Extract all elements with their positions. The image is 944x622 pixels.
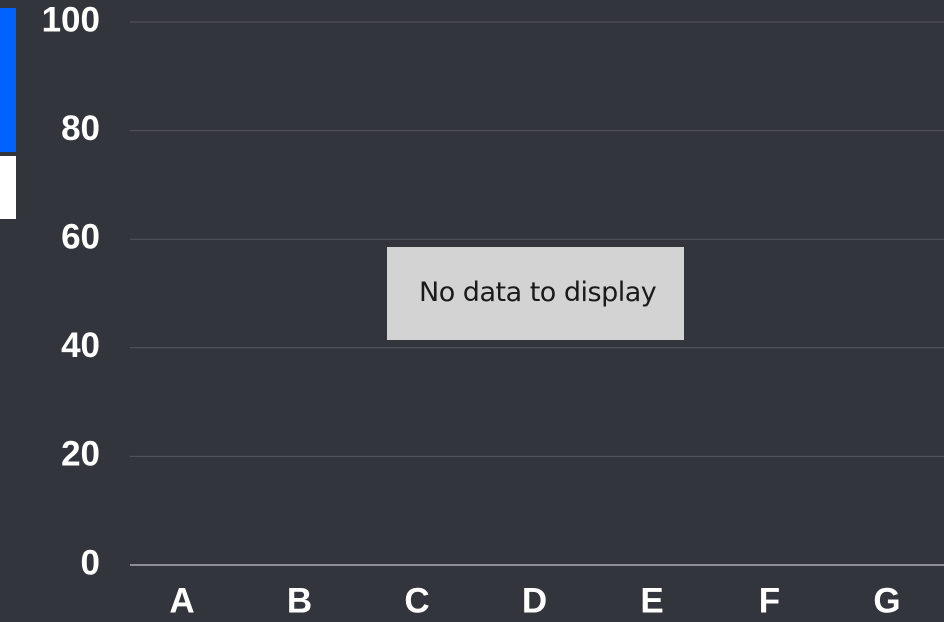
x-tick-label: B <box>287 581 312 620</box>
legend-swatch-white[interactable] <box>0 156 16 219</box>
x-tick-label: D <box>522 581 547 620</box>
legend-swatch-blue[interactable] <box>0 8 16 152</box>
y-tick-label: 80 <box>61 109 100 148</box>
y-tick-label: 60 <box>61 217 100 256</box>
x-tick-label: E <box>640 581 663 620</box>
no-data-message: No data to display <box>419 277 657 308</box>
y-tick-label: 20 <box>61 435 100 474</box>
y-tick-label: 0 <box>81 543 100 582</box>
y-tick-label: 100 <box>42 0 100 39</box>
x-tick-label: G <box>873 581 900 620</box>
x-tick-label: A <box>169 581 194 620</box>
x-tick-label: F <box>759 581 780 620</box>
x-tick-label: C <box>404 581 429 620</box>
no-data-message-box: No data to display <box>387 247 684 340</box>
y-tick-label: 40 <box>61 326 100 365</box>
chart: 0 20 40 60 80 100 A B C D E F G No data to display <box>0 0 944 622</box>
